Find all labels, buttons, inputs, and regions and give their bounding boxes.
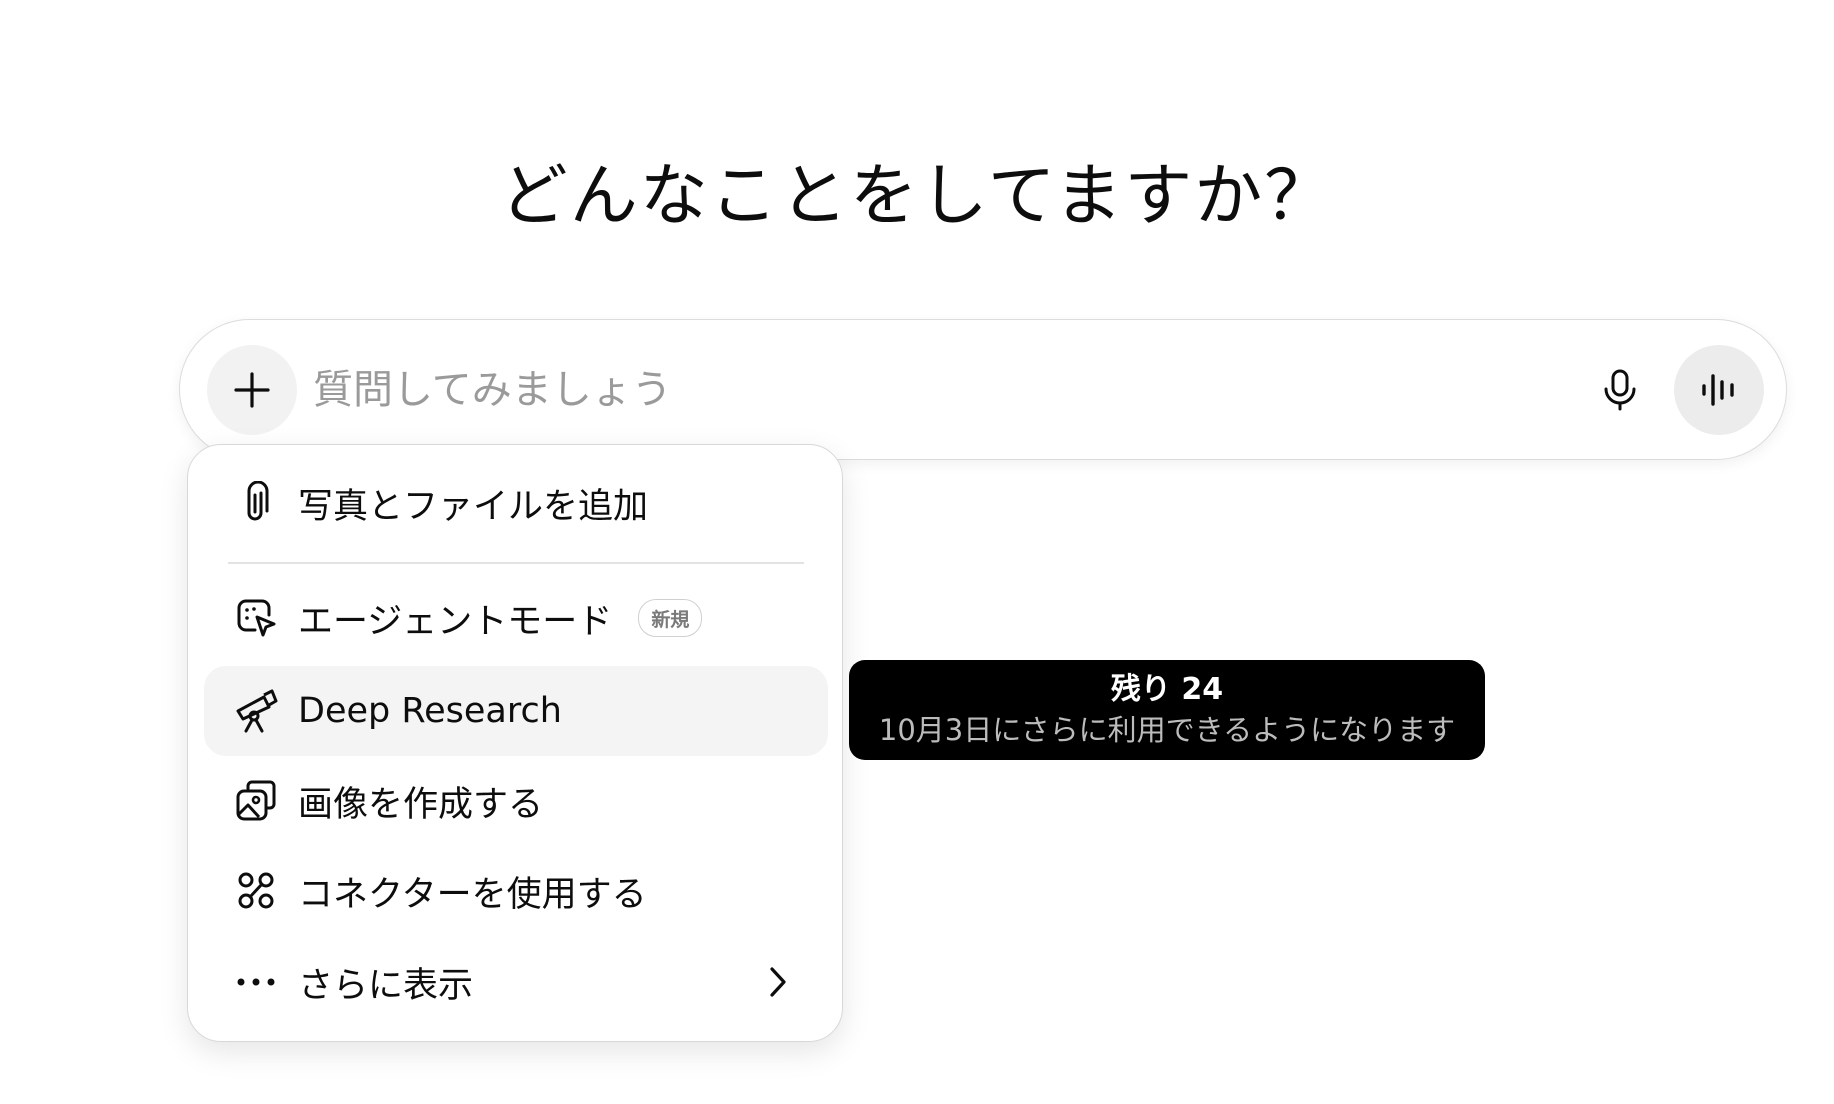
chevron-right-icon (758, 962, 798, 1002)
page-title: どんなことをしてますか？ (499, 157, 1335, 236)
agent-cursor-icon (232, 594, 280, 642)
page: どんなことをしてますか？ 質問してみましょう 写真とファイルを追加 エージェント… (0, 0, 1834, 1104)
menu-item-label: 画像を作成する (298, 784, 544, 825)
more-dots-icon (232, 958, 280, 1006)
paperclip-icon (232, 479, 280, 527)
voice-waveform-icon (1702, 374, 1734, 406)
tooltip-reset-note: 10月3日にさらに利用できるようになります (878, 713, 1456, 747)
connectors-icon (232, 867, 280, 915)
menu-item-label: 写真とファイルを追加 (298, 486, 649, 527)
menu-item-deep-research[interactable]: Deep Research (204, 666, 828, 756)
menu-item-label: エージェントモード (298, 601, 613, 642)
new-badge: 新規 (638, 599, 703, 637)
dictate-button[interactable] (1575, 345, 1665, 435)
menu-item-connectors[interactable]: コネクターを使用する (204, 846, 828, 936)
image-icon (232, 777, 280, 825)
menu-item-label: さらに表示 (298, 965, 474, 1006)
attach-menu: 写真とファイルを追加 エージェントモード 新規 Deep Research 画像… (187, 444, 843, 1042)
tooltip-remaining: 残り 24 (1110, 672, 1224, 707)
menu-item-label: コネクターを使用する (298, 874, 647, 915)
plus-icon (234, 372, 270, 408)
menu-item-more[interactable]: さらに表示 (204, 937, 828, 1027)
composer (179, 319, 1787, 460)
menu-item-agent-mode[interactable]: エージェントモード 新規 (204, 573, 828, 663)
menu-item-label: Deep Research (298, 691, 562, 731)
microphone-icon (1604, 369, 1636, 411)
menu-divider (228, 562, 804, 564)
voice-mode-button[interactable] (1674, 345, 1764, 435)
prompt-input[interactable] (313, 358, 1463, 422)
telescope-icon (232, 687, 280, 735)
menu-item-create-image[interactable]: 画像を作成する (204, 756, 828, 846)
add-button[interactable] (207, 345, 297, 435)
menu-item-add-files[interactable]: 写真とファイルを追加 (204, 458, 828, 548)
usage-tooltip: 残り 24 10月3日にさらに利用できるようになります (849, 660, 1485, 760)
